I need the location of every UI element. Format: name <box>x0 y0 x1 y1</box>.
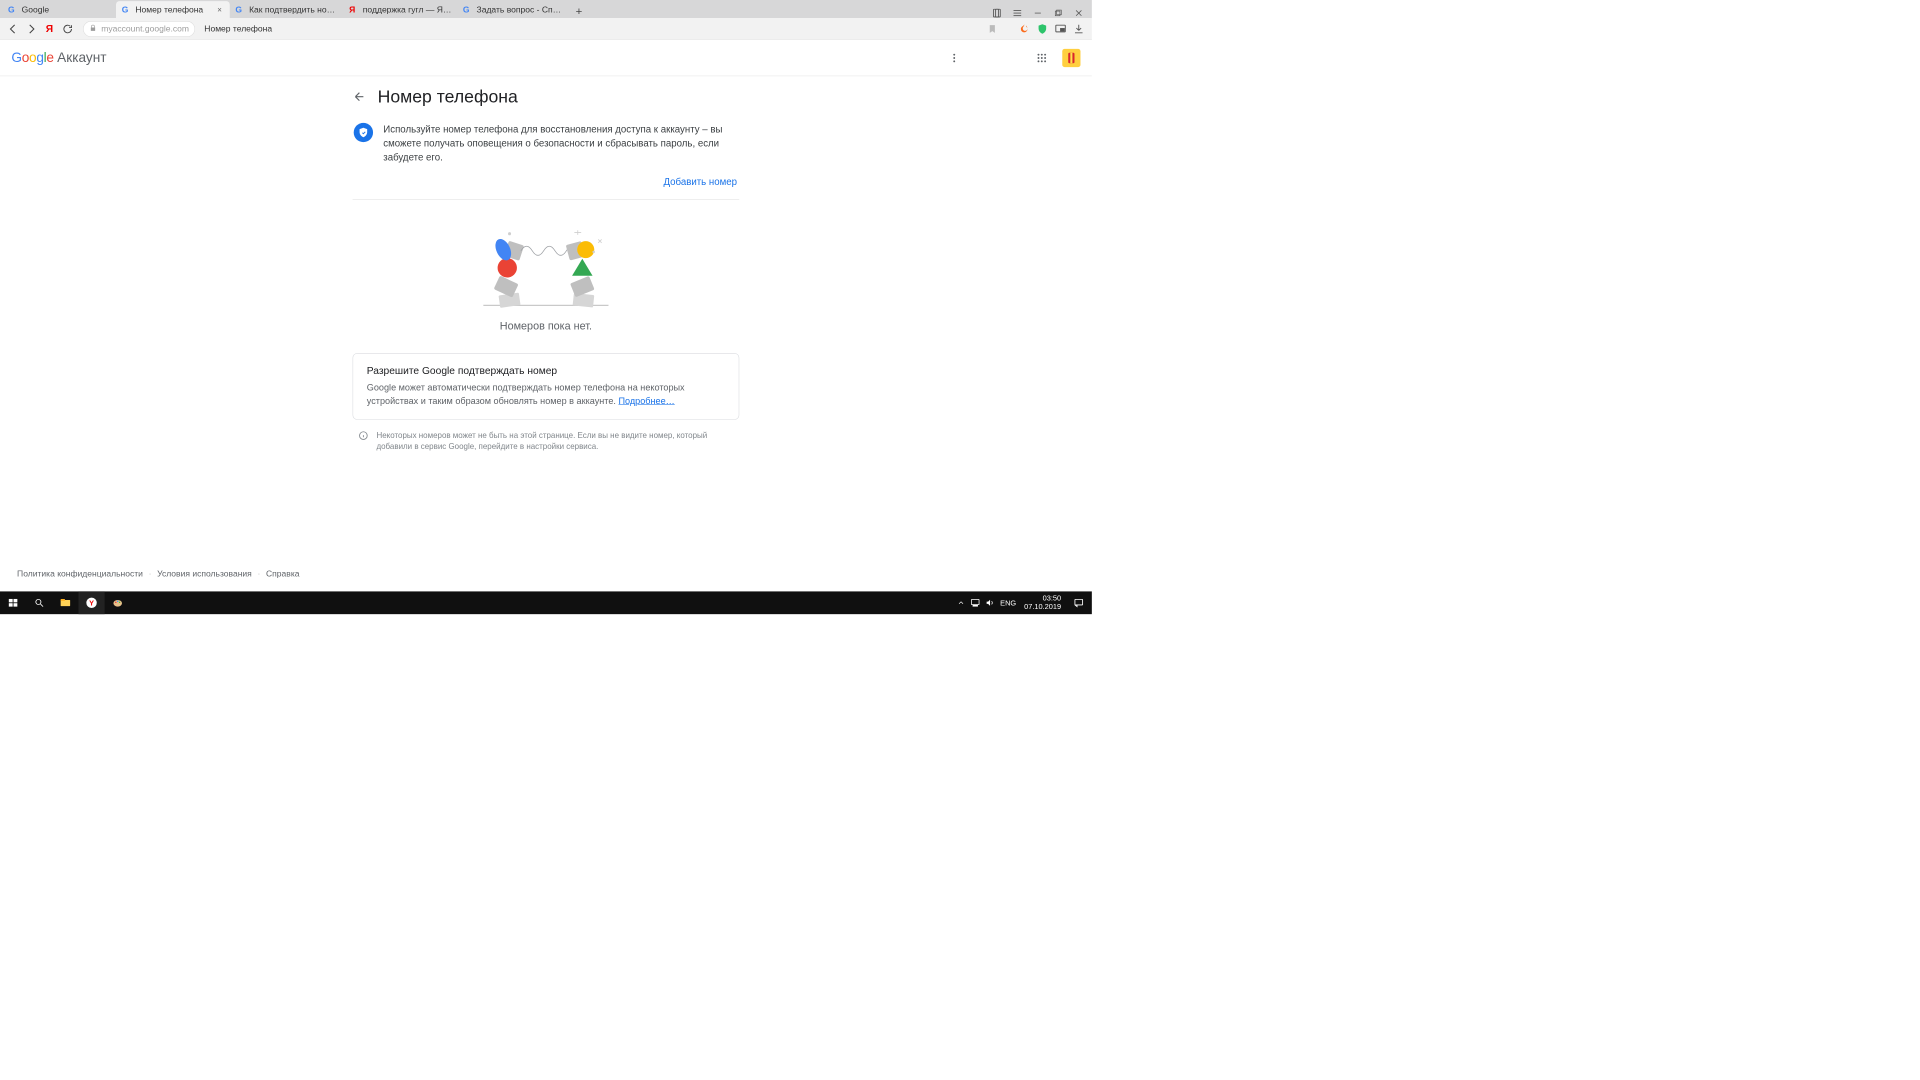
action-center-icon[interactable] <box>1066 591 1092 614</box>
tab-label: Google <box>22 5 111 15</box>
empty-illustration <box>353 200 740 316</box>
google-favicon-icon: G <box>463 5 472 14</box>
bookmark-star-icon[interactable] <box>986 22 999 35</box>
tab-yandex-support[interactable]: Я поддержка гугл — Яндекс <box>343 1 457 18</box>
info-icon <box>358 431 368 453</box>
svg-text:Y: Y <box>89 598 94 607</box>
taskbar-yandex-browser-icon[interactable]: Y <box>78 591 104 614</box>
privacy-link[interactable]: Политика конфиденциальности <box>17 569 143 579</box>
security-shield-icon <box>354 123 373 142</box>
new-tab-button[interactable]: + <box>571 5 587 18</box>
downloads-icon[interactable] <box>1073 22 1086 35</box>
tab-close-icon[interactable]: × <box>217 5 224 14</box>
window-close-icon[interactable] <box>1074 8 1084 18</box>
verify-box: Разрешите Google подтверждать номер Goog… <box>353 353 740 420</box>
tab-label: Номер телефона <box>135 5 212 15</box>
yandex-home-icon[interactable]: Я <box>43 22 56 35</box>
empty-message: Номеров пока нет. <box>500 316 592 354</box>
tab-label: поддержка гугл — Яндекс <box>363 5 452 15</box>
note-row: Некоторых номеров может не быть на этой … <box>353 420 740 463</box>
tray-lang[interactable]: ENG <box>1000 599 1016 608</box>
help-link[interactable]: Справка <box>266 569 299 579</box>
info-text: Используйте номер телефона для восстанов… <box>383 123 738 165</box>
lock-icon <box>89 24 96 33</box>
window-maximize-icon[interactable] <box>1053 8 1063 18</box>
reload-icon[interactable] <box>61 22 74 35</box>
browser-menu-icon[interactable] <box>1012 8 1022 18</box>
page-back-icon[interactable] <box>353 90 367 104</box>
google-header: Google Аккаунт <box>0 40 1092 76</box>
nav-back-icon[interactable] <box>7 22 20 35</box>
windows-taskbar: Y ENG 03:50 07.10.2019 <box>0 591 1092 614</box>
footer-links: Политика конфиденциальности · Условия ис… <box>0 565 1092 584</box>
extension-shield-icon[interactable] <box>1036 22 1049 35</box>
more-vert-icon[interactable] <box>947 51 961 65</box>
tab-label: Задать вопрос - Справка - <box>477 5 566 15</box>
bookmarks-panel-icon[interactable] <box>992 8 1002 18</box>
tab-google[interactable]: G Google <box>2 1 116 18</box>
tab-phone-number[interactable]: G Номер телефона × <box>116 1 230 18</box>
clock-date: 07.10.2019 <box>1024 603 1061 611</box>
google-favicon-icon: G <box>8 5 17 14</box>
yandex-favicon-icon: Я <box>349 5 358 14</box>
taskbar-clock[interactable]: 03:50 07.10.2019 <box>1020 594 1066 611</box>
tray-chevron-up-icon[interactable] <box>957 599 965 607</box>
url-crumb: Номер телефона <box>204 24 272 34</box>
tab-label: Как подтвердить номер те <box>249 5 338 15</box>
learn-more-link[interactable]: Подробнее… <box>618 396 674 406</box>
taskbar-explorer-icon[interactable] <box>52 591 78 614</box>
info-row: Используйте номер телефона для восстанов… <box>353 119 740 172</box>
avatar[interactable] <box>1062 49 1080 67</box>
extension-pip-icon[interactable] <box>1054 22 1067 35</box>
system-tray[interactable]: ENG <box>954 598 1020 607</box>
note-text: Некоторых номеров может не быть на этой … <box>376 430 733 452</box>
google-favicon-icon: G <box>122 5 131 14</box>
tab-confirm-number[interactable]: G Как подтвердить номер те <box>230 1 344 18</box>
extension-fire-icon[interactable] <box>1018 22 1031 35</box>
omnibox[interactable]: myaccount.google.com <box>83 21 195 37</box>
tray-battery-icon[interactable] <box>971 598 980 607</box>
window-minimize-icon[interactable] <box>1033 8 1043 18</box>
add-number-link[interactable]: Добавить номер <box>663 176 737 187</box>
google-logo[interactable]: Google <box>11 50 53 66</box>
tab-ask-question[interactable]: G Задать вопрос - Справка - <box>457 1 571 18</box>
account-label: Аккаунт <box>57 50 106 66</box>
url-host: myaccount.google.com <box>101 24 189 34</box>
tray-volume-icon[interactable] <box>985 598 994 607</box>
taskbar-search-icon[interactable] <box>26 591 52 614</box>
page-title: Номер телефона <box>378 86 518 106</box>
nav-forward-icon[interactable] <box>25 22 38 35</box>
page-content: Номер телефона Используйте номер телефон… <box>0 76 1092 462</box>
verify-box-title: Разрешите Google подтверждать номер <box>367 365 725 377</box>
google-favicon-icon: G <box>235 5 244 14</box>
terms-link[interactable]: Условия использования <box>157 569 252 579</box>
start-button[interactable] <box>0 591 26 614</box>
apps-grid-icon[interactable] <box>1035 51 1049 65</box>
browser-tabs-bar: G Google G Номер телефона × G Как подтве… <box>0 0 1092 18</box>
taskbar-paint-icon[interactable] <box>105 591 131 614</box>
address-bar: Я myaccount.google.com Номер телефона <box>0 18 1092 40</box>
